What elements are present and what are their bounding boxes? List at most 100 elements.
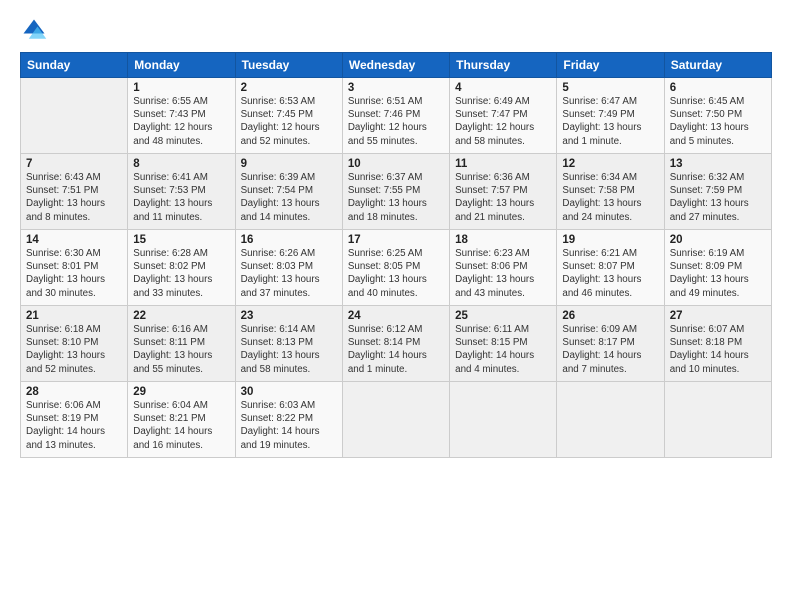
calendar-week-3: 14Sunrise: 6:30 AM Sunset: 8:01 PM Dayli… xyxy=(21,230,772,306)
day-info: Sunrise: 6:04 AM Sunset: 8:21 PM Dayligh… xyxy=(133,399,229,452)
day-info: Sunrise: 6:14 AM Sunset: 8:13 PM Dayligh… xyxy=(241,323,337,376)
day-info: Sunrise: 6:06 AM Sunset: 8:19 PM Dayligh… xyxy=(26,399,122,452)
calendar-cell: 22Sunrise: 6:16 AM Sunset: 8:11 PM Dayli… xyxy=(128,306,235,382)
calendar-cell: 10Sunrise: 6:37 AM Sunset: 7:55 PM Dayli… xyxy=(342,154,449,230)
calendar-cell: 4Sunrise: 6:49 AM Sunset: 7:47 PM Daylig… xyxy=(450,78,557,154)
weekday-header-wednesday: Wednesday xyxy=(342,53,449,78)
day-number: 18 xyxy=(455,234,551,246)
day-number: 24 xyxy=(348,310,444,322)
day-number: 11 xyxy=(455,158,551,170)
day-number: 1 xyxy=(133,82,229,94)
weekday-header-sunday: Sunday xyxy=(21,53,128,78)
day-info: Sunrise: 6:21 AM Sunset: 8:07 PM Dayligh… xyxy=(562,247,658,300)
weekday-header-monday: Monday xyxy=(128,53,235,78)
calendar-cell: 9Sunrise: 6:39 AM Sunset: 7:54 PM Daylig… xyxy=(235,154,342,230)
day-info: Sunrise: 6:51 AM Sunset: 7:46 PM Dayligh… xyxy=(348,95,444,148)
weekday-header-saturday: Saturday xyxy=(664,53,771,78)
weekday-header-friday: Friday xyxy=(557,53,664,78)
calendar-body: 1Sunrise: 6:55 AM Sunset: 7:43 PM Daylig… xyxy=(21,78,772,458)
calendar-cell: 1Sunrise: 6:55 AM Sunset: 7:43 PM Daylig… xyxy=(128,78,235,154)
calendar-cell: 18Sunrise: 6:23 AM Sunset: 8:06 PM Dayli… xyxy=(450,230,557,306)
calendar-cell xyxy=(664,382,771,458)
calendar-cell: 21Sunrise: 6:18 AM Sunset: 8:10 PM Dayli… xyxy=(21,306,128,382)
day-number: 16 xyxy=(241,234,337,246)
calendar-cell: 15Sunrise: 6:28 AM Sunset: 8:02 PM Dayli… xyxy=(128,230,235,306)
day-number: 14 xyxy=(26,234,122,246)
day-number: 25 xyxy=(455,310,551,322)
day-info: Sunrise: 6:03 AM Sunset: 8:22 PM Dayligh… xyxy=(241,399,337,452)
day-info: Sunrise: 6:39 AM Sunset: 7:54 PM Dayligh… xyxy=(241,171,337,224)
day-info: Sunrise: 6:25 AM Sunset: 8:05 PM Dayligh… xyxy=(348,247,444,300)
day-info: Sunrise: 6:43 AM Sunset: 7:51 PM Dayligh… xyxy=(26,171,122,224)
day-number: 22 xyxy=(133,310,229,322)
day-number: 6 xyxy=(670,82,766,94)
calendar-week-1: 1Sunrise: 6:55 AM Sunset: 7:43 PM Daylig… xyxy=(21,78,772,154)
day-info: Sunrise: 6:19 AM Sunset: 8:09 PM Dayligh… xyxy=(670,247,766,300)
day-info: Sunrise: 6:37 AM Sunset: 7:55 PM Dayligh… xyxy=(348,171,444,224)
calendar-week-5: 28Sunrise: 6:06 AM Sunset: 8:19 PM Dayli… xyxy=(21,382,772,458)
calendar-cell: 7Sunrise: 6:43 AM Sunset: 7:51 PM Daylig… xyxy=(21,154,128,230)
day-info: Sunrise: 6:23 AM Sunset: 8:06 PM Dayligh… xyxy=(455,247,551,300)
day-info: Sunrise: 6:55 AM Sunset: 7:43 PM Dayligh… xyxy=(133,95,229,148)
day-number: 5 xyxy=(562,82,658,94)
calendar-cell: 19Sunrise: 6:21 AM Sunset: 8:07 PM Dayli… xyxy=(557,230,664,306)
calendar-cell: 26Sunrise: 6:09 AM Sunset: 8:17 PM Dayli… xyxy=(557,306,664,382)
calendar-cell xyxy=(21,78,128,154)
weekday-header-tuesday: Tuesday xyxy=(235,53,342,78)
day-number: 15 xyxy=(133,234,229,246)
day-info: Sunrise: 6:26 AM Sunset: 8:03 PM Dayligh… xyxy=(241,247,337,300)
calendar-cell: 13Sunrise: 6:32 AM Sunset: 7:59 PM Dayli… xyxy=(664,154,771,230)
day-number: 21 xyxy=(26,310,122,322)
calendar-week-2: 7Sunrise: 6:43 AM Sunset: 7:51 PM Daylig… xyxy=(21,154,772,230)
weekday-header-row: SundayMondayTuesdayWednesdayThursdayFrid… xyxy=(21,53,772,78)
day-info: Sunrise: 6:36 AM Sunset: 7:57 PM Dayligh… xyxy=(455,171,551,224)
day-number: 9 xyxy=(241,158,337,170)
day-number: 20 xyxy=(670,234,766,246)
calendar: SundayMondayTuesdayWednesdayThursdayFrid… xyxy=(20,52,772,458)
calendar-cell: 27Sunrise: 6:07 AM Sunset: 8:18 PM Dayli… xyxy=(664,306,771,382)
header xyxy=(20,16,772,44)
day-number: 29 xyxy=(133,386,229,398)
day-info: Sunrise: 6:07 AM Sunset: 8:18 PM Dayligh… xyxy=(670,323,766,376)
day-number: 27 xyxy=(670,310,766,322)
day-number: 8 xyxy=(133,158,229,170)
weekday-header-thursday: Thursday xyxy=(450,53,557,78)
calendar-cell: 8Sunrise: 6:41 AM Sunset: 7:53 PM Daylig… xyxy=(128,154,235,230)
calendar-cell: 28Sunrise: 6:06 AM Sunset: 8:19 PM Dayli… xyxy=(21,382,128,458)
day-info: Sunrise: 6:47 AM Sunset: 7:49 PM Dayligh… xyxy=(562,95,658,148)
day-info: Sunrise: 6:30 AM Sunset: 8:01 PM Dayligh… xyxy=(26,247,122,300)
logo-icon xyxy=(20,16,48,44)
day-info: Sunrise: 6:34 AM Sunset: 7:58 PM Dayligh… xyxy=(562,171,658,224)
calendar-cell: 2Sunrise: 6:53 AM Sunset: 7:45 PM Daylig… xyxy=(235,78,342,154)
calendar-cell: 25Sunrise: 6:11 AM Sunset: 8:15 PM Dayli… xyxy=(450,306,557,382)
logo xyxy=(20,16,52,44)
day-number: 23 xyxy=(241,310,337,322)
day-number: 13 xyxy=(670,158,766,170)
calendar-cell: 5Sunrise: 6:47 AM Sunset: 7:49 PM Daylig… xyxy=(557,78,664,154)
day-info: Sunrise: 6:45 AM Sunset: 7:50 PM Dayligh… xyxy=(670,95,766,148)
day-number: 4 xyxy=(455,82,551,94)
calendar-cell: 20Sunrise: 6:19 AM Sunset: 8:09 PM Dayli… xyxy=(664,230,771,306)
day-number: 10 xyxy=(348,158,444,170)
calendar-cell: 3Sunrise: 6:51 AM Sunset: 7:46 PM Daylig… xyxy=(342,78,449,154)
calendar-cell xyxy=(342,382,449,458)
day-info: Sunrise: 6:11 AM Sunset: 8:15 PM Dayligh… xyxy=(455,323,551,376)
calendar-cell: 17Sunrise: 6:25 AM Sunset: 8:05 PM Dayli… xyxy=(342,230,449,306)
calendar-cell: 11Sunrise: 6:36 AM Sunset: 7:57 PM Dayli… xyxy=(450,154,557,230)
day-info: Sunrise: 6:18 AM Sunset: 8:10 PM Dayligh… xyxy=(26,323,122,376)
calendar-cell: 6Sunrise: 6:45 AM Sunset: 7:50 PM Daylig… xyxy=(664,78,771,154)
calendar-cell: 24Sunrise: 6:12 AM Sunset: 8:14 PM Dayli… xyxy=(342,306,449,382)
day-info: Sunrise: 6:16 AM Sunset: 8:11 PM Dayligh… xyxy=(133,323,229,376)
calendar-cell: 30Sunrise: 6:03 AM Sunset: 8:22 PM Dayli… xyxy=(235,382,342,458)
calendar-cell: 14Sunrise: 6:30 AM Sunset: 8:01 PM Dayli… xyxy=(21,230,128,306)
calendar-cell: 29Sunrise: 6:04 AM Sunset: 8:21 PM Dayli… xyxy=(128,382,235,458)
day-number: 28 xyxy=(26,386,122,398)
calendar-cell xyxy=(557,382,664,458)
day-info: Sunrise: 6:49 AM Sunset: 7:47 PM Dayligh… xyxy=(455,95,551,148)
day-number: 26 xyxy=(562,310,658,322)
day-info: Sunrise: 6:28 AM Sunset: 8:02 PM Dayligh… xyxy=(133,247,229,300)
calendar-cell: 23Sunrise: 6:14 AM Sunset: 8:13 PM Dayli… xyxy=(235,306,342,382)
calendar-header: SundayMondayTuesdayWednesdayThursdayFrid… xyxy=(21,53,772,78)
page: SundayMondayTuesdayWednesdayThursdayFrid… xyxy=(0,0,792,612)
calendar-week-4: 21Sunrise: 6:18 AM Sunset: 8:10 PM Dayli… xyxy=(21,306,772,382)
